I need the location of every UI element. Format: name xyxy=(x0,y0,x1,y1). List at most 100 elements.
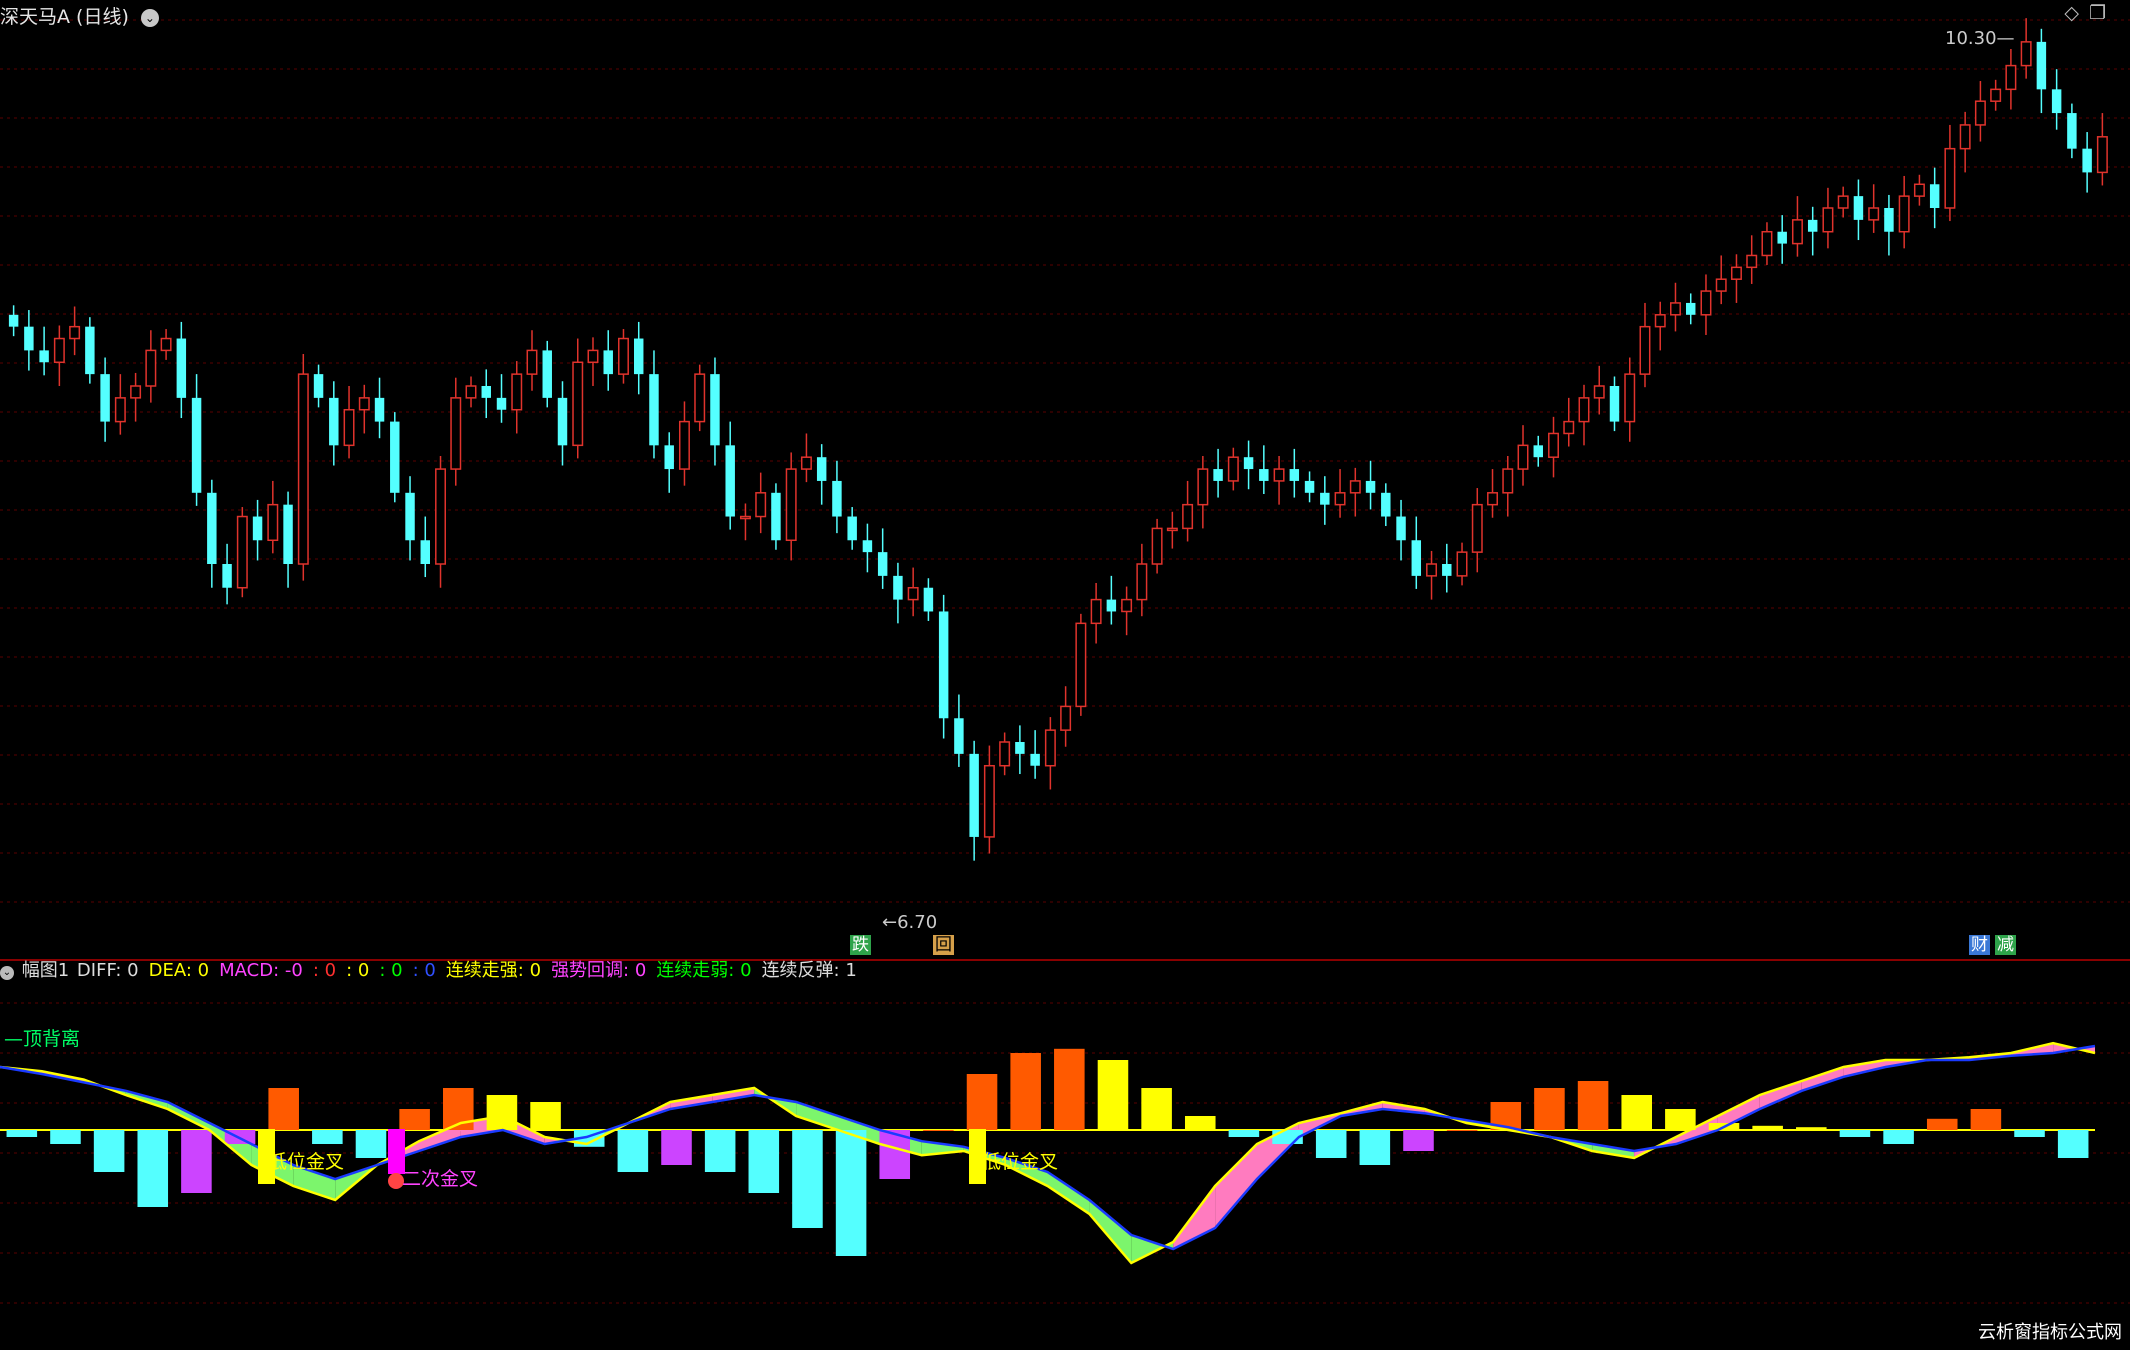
candle-up xyxy=(694,373,706,423)
candle-up xyxy=(1730,266,1742,280)
indicator-name[interactable]: 幅图1 xyxy=(22,960,69,981)
price-chart[interactable] xyxy=(0,0,2130,958)
candle-up xyxy=(618,337,629,375)
candle-up xyxy=(1060,705,1072,731)
candle-up xyxy=(1487,492,1498,506)
macd-bar xyxy=(2057,1130,2089,1158)
candle-up xyxy=(1944,147,1956,209)
macd-bar xyxy=(181,1130,212,1193)
candle-down xyxy=(969,753,979,837)
candle-down xyxy=(222,564,232,588)
indicator-field: 强势回调: 0 xyxy=(551,960,647,981)
candle-down xyxy=(24,326,34,351)
candle-down xyxy=(1289,469,1300,481)
candle-up xyxy=(1563,420,1575,435)
macd-bar xyxy=(748,1130,780,1193)
candle-up xyxy=(69,325,81,340)
candle-up xyxy=(145,349,157,387)
candle-up xyxy=(465,385,477,399)
indicator-field: : 0 xyxy=(312,960,337,981)
bear-fill xyxy=(1047,1172,1090,1214)
candle-down xyxy=(1243,457,1254,470)
indicator-field: 连续走弱: 0 xyxy=(656,960,752,981)
indicator-field: : 0 xyxy=(379,960,403,981)
candle-down xyxy=(1106,599,1117,612)
macd-bar xyxy=(1839,1130,1871,1137)
candle-up xyxy=(1182,503,1194,530)
event-marker-cai[interactable]: 财 xyxy=(1969,935,1990,955)
macd-bar xyxy=(1577,1081,1609,1130)
candle-up xyxy=(1990,88,2002,102)
watermark: 云析窗指标公式网 xyxy=(1978,1322,2122,1343)
macd-bar xyxy=(1665,1109,1696,1130)
candle-down xyxy=(1609,386,1620,422)
candle-down xyxy=(816,457,827,481)
divergence-label: —顶背离 xyxy=(4,1028,81,1050)
candle-up xyxy=(1959,124,1971,150)
indicator-field: : 0 xyxy=(412,960,436,981)
macd-bar xyxy=(137,1130,169,1207)
candle-up xyxy=(1471,503,1483,553)
candle-up xyxy=(907,586,919,601)
candle-up xyxy=(1334,492,1346,506)
candle-up xyxy=(1548,432,1559,458)
diamond-icon[interactable]: ◇ xyxy=(2064,2,2089,24)
low-cross-label-2: 低位金叉 xyxy=(982,1151,1059,1173)
candle-down xyxy=(100,374,110,422)
macd-bar xyxy=(312,1130,343,1144)
candle-down xyxy=(1015,742,1025,754)
candle-up xyxy=(1624,373,1636,423)
chart-title[interactable]: 深天马A (日线) ⌄ xyxy=(0,2,159,29)
macd-bar xyxy=(923,1130,954,1131)
macd-bar xyxy=(966,1074,998,1130)
candle-down xyxy=(2067,113,2077,149)
candle-up xyxy=(1639,325,1651,375)
candle-down xyxy=(862,540,873,553)
event-marker-jian[interactable]: 减 xyxy=(1995,935,2016,955)
candle-down xyxy=(664,445,674,470)
candle-down xyxy=(8,314,19,327)
candle-down xyxy=(1320,492,1330,505)
candle-down xyxy=(923,587,934,612)
candle-down xyxy=(847,516,857,541)
macd-bar xyxy=(1097,1060,1129,1130)
candle-up xyxy=(53,337,65,364)
macd-bar xyxy=(1359,1130,1391,1165)
macd-bar xyxy=(1228,1130,1260,1137)
candle-down xyxy=(633,338,644,375)
collapse-icon[interactable]: ⌄ xyxy=(0,966,14,980)
candle-up xyxy=(1349,480,1361,494)
macd-bar xyxy=(1883,1130,1914,1144)
macd-bar xyxy=(268,1088,299,1130)
candle-down xyxy=(771,492,781,541)
macd-bar xyxy=(1796,1127,1827,1130)
candle-down xyxy=(2036,41,2047,90)
candle-down xyxy=(1777,231,1787,244)
candle-up xyxy=(800,456,812,470)
candle-down xyxy=(39,350,49,363)
candle-up xyxy=(1197,468,1209,506)
candle-down xyxy=(1411,540,1422,576)
candle-down xyxy=(2082,148,2092,173)
candle-down xyxy=(649,374,659,446)
event-marker-die[interactable]: 跌 xyxy=(850,935,871,955)
window-restore-icon[interactable]: ❐ xyxy=(2089,2,2116,24)
macd-bar xyxy=(1403,1130,1434,1151)
bull-fill xyxy=(1759,1081,1802,1109)
event-marker-hui[interactable]: 回 xyxy=(933,935,954,955)
macd-bar xyxy=(6,1130,38,1137)
candle-up xyxy=(1166,527,1178,532)
candle-up xyxy=(1791,219,1803,245)
candle-down xyxy=(283,504,293,564)
candle-up xyxy=(1670,302,1681,316)
price-grid xyxy=(0,19,2130,903)
candle-down xyxy=(1929,184,1940,208)
macd-bar xyxy=(50,1130,81,1144)
candle-down xyxy=(1259,469,1269,481)
indicator-bar: ⌄ 幅图1 DIFF: 0 DEA: 0 MACD: -0: 0: 0: 0: 0 连… xyxy=(0,958,2130,984)
macd-bar xyxy=(1534,1088,1565,1130)
candle-up xyxy=(678,420,690,470)
chevron-down-icon[interactable]: ⌄ xyxy=(140,9,159,27)
candle-up xyxy=(1517,444,1529,470)
candle-up xyxy=(1593,385,1605,399)
